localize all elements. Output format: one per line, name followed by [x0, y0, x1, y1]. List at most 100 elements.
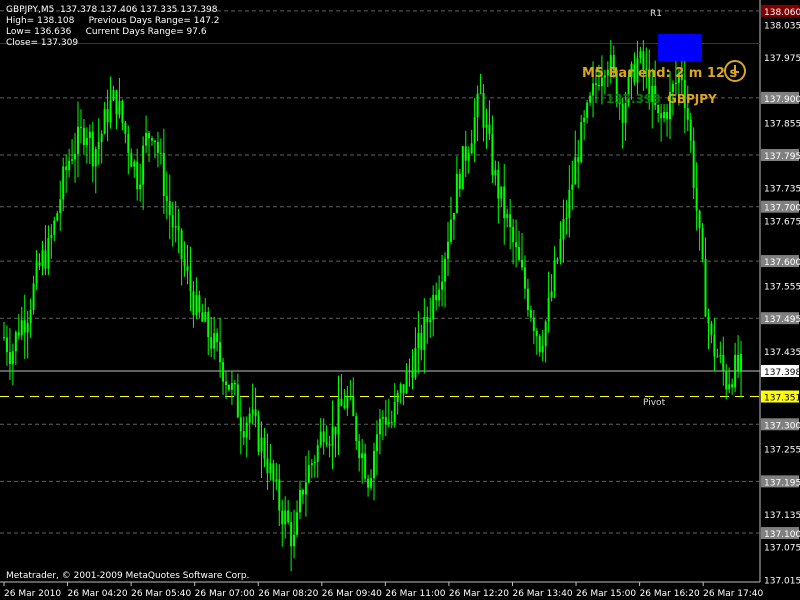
candle-body — [544, 321, 547, 347]
candle-body — [248, 413, 251, 423]
candle-body — [597, 84, 600, 87]
candle-body — [660, 113, 663, 119]
candle-body — [674, 82, 677, 84]
candle-body — [177, 226, 180, 231]
candle-body — [621, 103, 624, 123]
candle-body — [242, 431, 245, 438]
candle-body — [686, 108, 689, 120]
candle-body — [307, 465, 310, 483]
candle-body — [38, 262, 41, 266]
candle-body — [115, 90, 118, 115]
candle-body — [159, 152, 162, 154]
price-tick-label: 137.855 — [764, 119, 800, 129]
bar-timer: M5 Bar end: 2 m 12 s — [582, 66, 738, 81]
candle-body — [82, 127, 85, 145]
candle-body — [222, 362, 225, 382]
candle-body — [592, 83, 595, 96]
candle-body — [198, 295, 201, 313]
candle-body — [145, 132, 148, 146]
candle-body — [148, 132, 151, 139]
candle-body — [130, 152, 133, 167]
candle-body — [384, 416, 387, 425]
candle-body — [216, 333, 219, 343]
clock-icon — [724, 60, 746, 82]
candle-body — [429, 319, 432, 323]
candle-body — [367, 478, 370, 488]
candle-body — [296, 512, 299, 535]
candle-body — [230, 382, 233, 390]
price-chart[interactable]: 138.060 138.035 137.975 137.900 137.855 137.7… — [0, 0, 800, 600]
time-tick-label: 26 Mar 13:40 — [512, 589, 572, 599]
candle-body — [420, 332, 423, 350]
candle-body — [151, 138, 153, 141]
candle-body — [254, 409, 257, 417]
candle-body — [559, 239, 562, 260]
candle-body — [411, 370, 414, 378]
candle-body — [278, 479, 281, 511]
price-tick-label: 137.975 — [764, 54, 800, 64]
candle-body — [26, 322, 29, 333]
candle-body — [168, 200, 171, 216]
candle-body — [580, 122, 583, 162]
candle-body — [171, 215, 174, 228]
candle-body — [201, 312, 204, 322]
candle-body — [639, 51, 642, 59]
candle-body — [180, 230, 183, 260]
candle-body — [124, 122, 127, 134]
candle-body — [106, 108, 109, 123]
candle-body — [381, 416, 384, 419]
candle-body — [349, 396, 352, 398]
candle-body — [118, 100, 121, 115]
candle-body — [482, 93, 485, 128]
candle-body — [740, 353, 743, 371]
candle-body — [97, 141, 100, 149]
candle-body — [449, 219, 452, 242]
candle-body — [512, 226, 515, 243]
candle-body — [219, 342, 222, 363]
candle-body — [5, 337, 8, 353]
time-tick-label: 26 Mar 12:20 — [449, 589, 509, 599]
time-tick-label: 26 Mar 11:00 — [385, 589, 445, 599]
candle-body — [503, 186, 506, 218]
header-info-line4: Close= 137.309 — [6, 38, 79, 48]
candle-body — [521, 259, 523, 268]
candle-body — [153, 140, 156, 143]
price-tick-label: 138.060 — [764, 8, 800, 18]
candle-body — [316, 445, 319, 462]
candle-body — [722, 355, 725, 371]
time-tick-label: 26 Mar 15:00 — [576, 589, 636, 599]
candle-body — [497, 169, 500, 199]
candle-body — [290, 522, 293, 547]
candle-body — [121, 100, 124, 123]
candle-body — [47, 238, 50, 269]
candle-body — [334, 426, 337, 435]
candle-body — [553, 260, 556, 292]
candle-body — [251, 409, 254, 414]
candle-body — [467, 153, 470, 161]
candle-body — [452, 213, 455, 220]
candle-body — [91, 131, 94, 167]
candle-body — [236, 384, 239, 418]
price-tick-label: 137.735 — [764, 185, 800, 195]
candle-body — [461, 146, 464, 189]
candle-body — [574, 157, 577, 185]
candle-body — [29, 309, 32, 323]
candle-body — [156, 142, 159, 153]
candle-body — [488, 124, 491, 134]
candle-body — [263, 437, 266, 459]
candle-body — [352, 396, 355, 417]
candle-body — [192, 291, 195, 316]
candle-body — [396, 392, 399, 403]
candle-body — [14, 332, 17, 352]
candle-body — [233, 382, 236, 385]
candle-body — [266, 458, 269, 474]
candle-body — [299, 489, 301, 513]
candle-body — [133, 161, 136, 167]
candle-body — [293, 534, 296, 547]
candle-body — [713, 334, 716, 357]
candle-body — [562, 218, 565, 240]
candle-body — [287, 510, 290, 523]
candle-body — [68, 160, 71, 171]
candle-body — [716, 356, 719, 358]
candle-body — [284, 510, 287, 525]
